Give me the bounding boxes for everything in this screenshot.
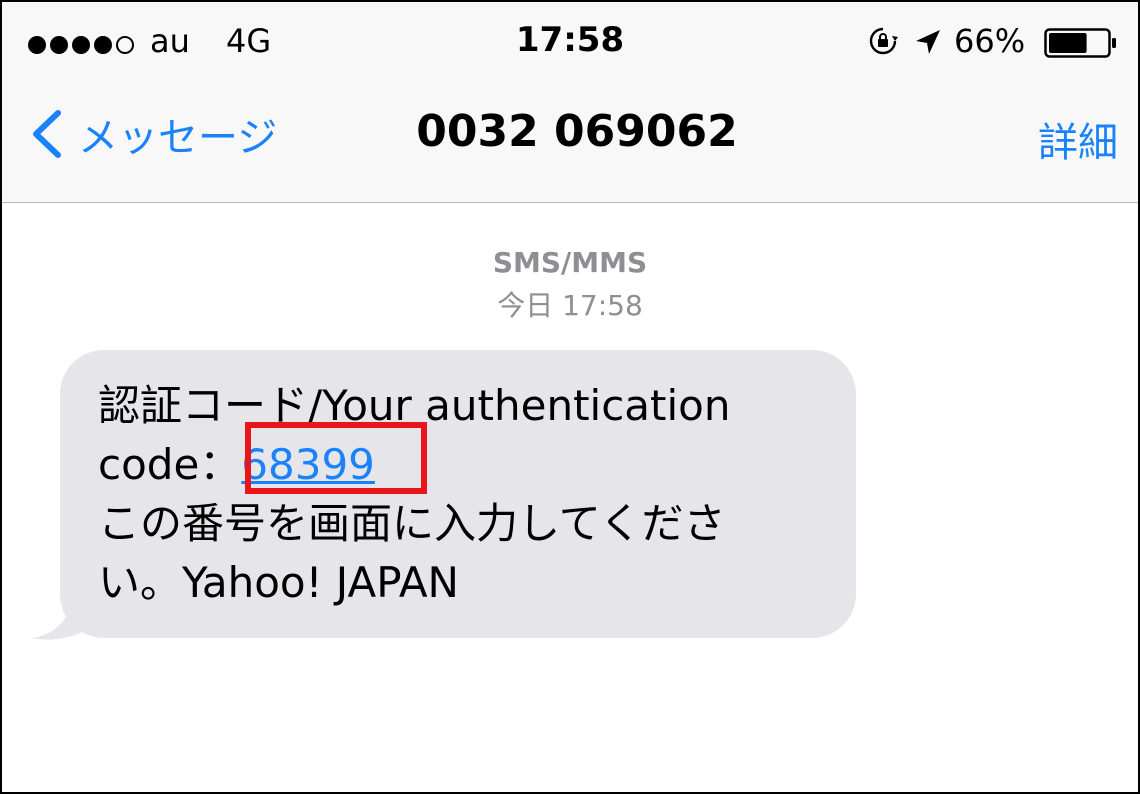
battery-percent: 66% — [954, 22, 1026, 60]
header: au 4G 17:58 66% メッセージ 0032 069062 詳細 — [2, 2, 1138, 203]
message-line: code：68399 — [98, 435, 838, 494]
conversation-title: 0032 069062 — [416, 106, 738, 157]
location-arrow-icon — [916, 30, 940, 54]
details-button[interactable]: 詳細 — [1038, 110, 1118, 168]
code-prefix: code： — [98, 440, 242, 489]
message-text: 認証コード/Your authentication code：68399 この番… — [98, 376, 838, 612]
message-timestamp: 今日 17:58 — [497, 289, 643, 322]
status-bar: au 4G 17:58 66% — [2, 2, 1138, 82]
orientation-lock-icon — [869, 27, 898, 55]
phone-screen: au 4G 17:58 66% メッセージ 0032 069062 詳細 SMS… — [0, 0, 1140, 794]
battery-fill — [1049, 33, 1087, 53]
battery-icon — [1044, 28, 1116, 58]
message-line: この番号を画面に入力してくださ — [98, 499, 726, 548]
code-highlight-box — [245, 422, 427, 494]
service-label: SMS/MMS — [492, 246, 648, 279]
message-line: い。Yahoo! JAPAN — [98, 558, 459, 607]
message-line: 認証コード/Your authentication — [98, 381, 731, 430]
